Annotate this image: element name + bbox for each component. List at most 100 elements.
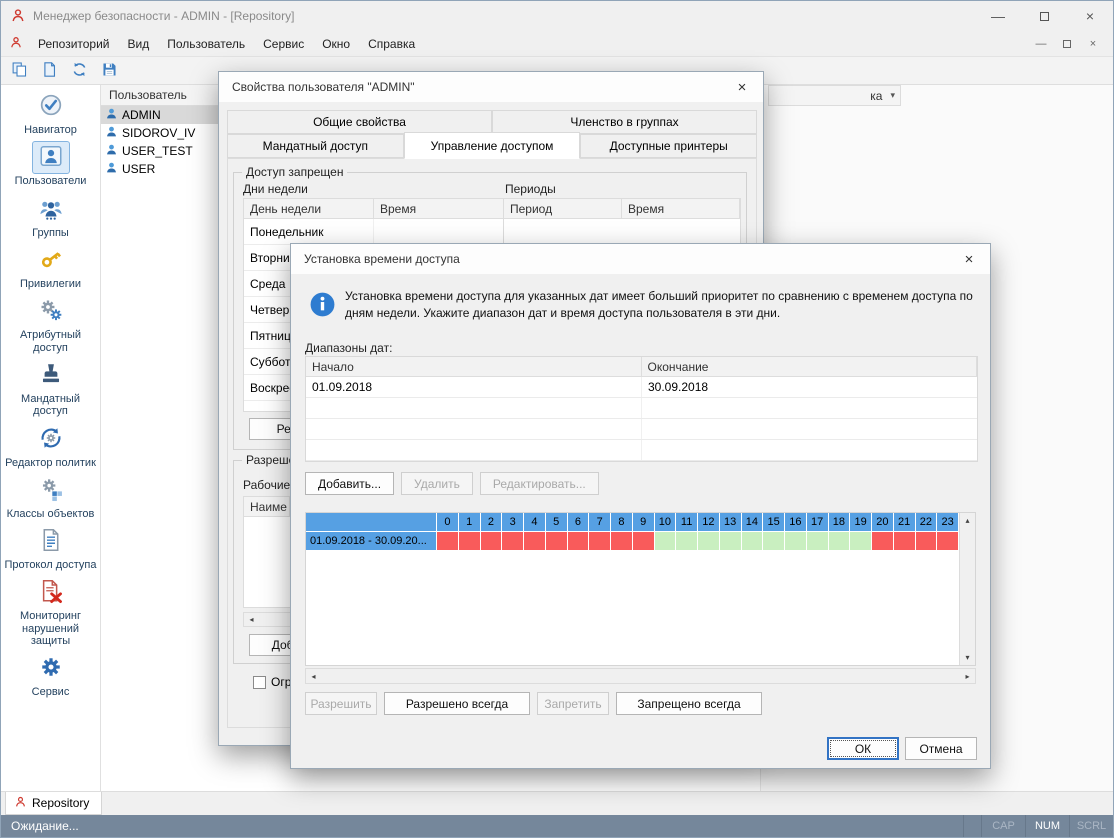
close-icon[interactable]: × [948,244,990,274]
menu-item[interactable]: Сервис [254,33,313,55]
minimize-icon[interactable]: — [975,1,1021,31]
hour-header-cell[interactable]: 23 [937,513,959,532]
close-icon[interactable]: × [1067,1,1113,31]
scroll-left-icon[interactable]: ◂ [306,669,321,683]
hour-header-cell[interactable]: 13 [720,513,742,532]
mdi-minimize-icon[interactable]: — [1029,35,1053,53]
column-header-time[interactable]: Время [622,199,740,218]
refresh-button[interactable] [66,59,93,83]
sidebar-item-object-classes[interactable]: Классы объектов [1,474,100,520]
hour-cell-denied[interactable] [872,532,894,551]
hour-header-cell[interactable]: 18 [829,513,851,532]
hour-cell-denied[interactable] [481,532,503,551]
hour-header-cell[interactable]: 6 [568,513,590,532]
hour-cell-allowed[interactable] [655,532,677,551]
hour-header-cell[interactable]: 3 [502,513,524,532]
grid-row-label[interactable]: 01.09.2018 - 30.09.20... [306,532,437,551]
hour-cell-allowed[interactable] [785,532,807,551]
sidebar-item-monitoring[interactable]: Мониторинг нарушений защиты [1,576,100,647]
hour-header-cell[interactable]: 2 [481,513,503,532]
scroll-up-icon[interactable]: ▴ [960,513,975,528]
hour-header-cell[interactable]: 1 [459,513,481,532]
dialog-titlebar[interactable]: Свойства пользователя "ADMIN" × [219,72,763,102]
hour-cell-denied[interactable] [894,532,916,551]
hour-cell-allowed[interactable] [763,532,785,551]
hour-header-cell[interactable]: 12 [698,513,720,532]
copy-document-button[interactable] [6,59,33,83]
column-header-weekday[interactable]: День недели [244,199,374,218]
sidebar-item-service-gear[interactable]: Сервис [1,652,100,698]
horizontal-scrollbar[interactable]: ◂ [243,612,291,627]
hour-cell-denied[interactable] [437,532,459,551]
hour-header-cell[interactable]: 16 [785,513,807,532]
hour-cell-denied[interactable] [568,532,590,551]
hour-header-cell[interactable]: 4 [524,513,546,532]
hour-header-cell[interactable]: 22 [916,513,938,532]
sidebar-item-groups[interactable]: Группы [1,193,100,239]
tab-repository[interactable]: Repository [5,792,102,815]
vertical-scrollbar[interactable]: ▴ ▾ [959,513,975,665]
hour-cell-denied[interactable] [524,532,546,551]
sidebar-item-attribute-access[interactable]: Атрибутный доступ [1,295,100,354]
hour-cell-allowed[interactable] [698,532,720,551]
tab[interactable]: Доступные принтеры [580,134,757,158]
hour-header-cell[interactable]: 8 [611,513,633,532]
hour-cell-denied[interactable] [633,532,655,551]
hour-header-cell[interactable]: 14 [742,513,764,532]
hour-header-cell[interactable]: 15 [763,513,785,532]
sidebar-item-access-log[interactable]: Протокол доступа [1,525,100,571]
cancel-button[interactable]: Отмена [905,737,977,760]
scroll-down-icon[interactable]: ▾ [960,650,975,665]
hour-header-cell[interactable]: 21 [894,513,916,532]
sidebar-item-navigator[interactable]: Навигатор [1,90,100,136]
titlebar[interactable]: Менеджер безопасности - ADMIN - [Reposit… [1,1,1113,31]
hour-cell-allowed[interactable] [807,532,829,551]
hour-header-cell[interactable]: 17 [807,513,829,532]
mdi-close-icon[interactable]: × [1081,35,1105,53]
close-icon[interactable]: × [721,72,763,102]
hour-header-cell[interactable]: 0 [437,513,459,532]
tab[interactable]: Мандатный доступ [227,134,404,158]
sidebar-item-stamp[interactable]: Мандатный доступ [1,359,100,418]
date-range-row[interactable]: 01.09.201830.09.2018 [306,377,977,398]
deny-always-button[interactable]: Запрещено всегда [616,692,762,715]
column-header-name[interactable]: Наиме [244,497,290,516]
hour-header-cell[interactable]: 20 [872,513,894,532]
hour-cell-denied[interactable] [459,532,481,551]
weekday-row[interactable]: Понедельник [244,219,504,245]
hour-cell-denied[interactable] [611,532,633,551]
horizontal-scrollbar[interactable]: ◂ ▸ [305,668,976,684]
allow-always-button[interactable]: Разрешено всегда [384,692,530,715]
chevron-down-icon[interactable]: ▾ [890,90,895,101]
hour-cell-denied[interactable] [546,532,568,551]
hour-cell-allowed[interactable] [720,532,742,551]
mdi-restore-icon[interactable] [1055,35,1079,53]
hour-cell-allowed[interactable] [676,532,698,551]
hour-cell-allowed[interactable] [829,532,851,551]
column-header-period[interactable]: Период [504,199,622,218]
sidebar-item-policy-editor[interactable]: Редактор политик [1,423,100,469]
column-header-start[interactable]: Начало [306,357,642,376]
ok-button[interactable]: ОК [827,737,899,760]
hour-cell-allowed[interactable] [850,532,872,551]
menu-item[interactable]: Справка [359,33,424,55]
hour-cell-denied[interactable] [502,532,524,551]
hour-header-cell[interactable]: 9 [633,513,655,532]
maximize-icon[interactable] [1021,1,1067,31]
hour-header-cell[interactable]: 10 [655,513,677,532]
dialog-titlebar[interactable]: Установка времени доступа × [291,244,990,274]
scroll-left-icon[interactable]: ◂ [244,613,259,626]
menu-item[interactable]: Окно [313,33,359,55]
right-pane-header[interactable]: ка ▾ [768,85,901,106]
hour-header-cell[interactable]: 11 [676,513,698,532]
document-button[interactable] [36,59,63,83]
menu-item[interactable]: Репозиторий [29,33,119,55]
hour-header-cell[interactable]: 7 [589,513,611,532]
menu-item[interactable]: Пользователь [158,33,254,55]
hour-cell-denied[interactable] [916,532,938,551]
sidebar-item-key[interactable]: Привилегии [1,244,100,290]
tab[interactable]: Управление доступом [404,132,581,159]
hour-cell-denied[interactable] [589,532,611,551]
hour-cell-allowed[interactable] [742,532,764,551]
menu-item[interactable]: Вид [119,33,159,55]
